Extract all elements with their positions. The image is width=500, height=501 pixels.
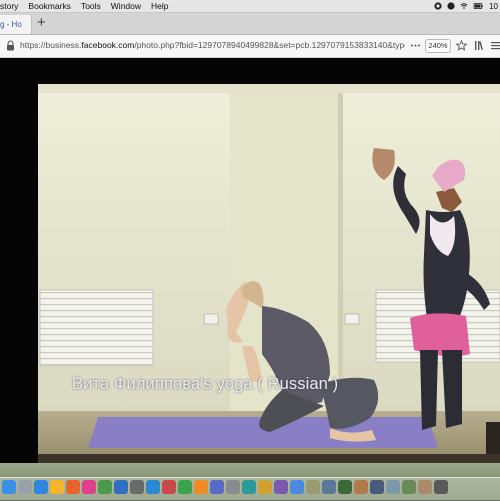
app-dock-icon[interactable] bbox=[322, 480, 336, 494]
menu-bookmarks[interactable]: Bookmarks bbox=[28, 1, 71, 11]
menu-window[interactable]: Window bbox=[111, 1, 141, 11]
app-dock-icon[interactable] bbox=[434, 480, 448, 494]
app-dock-icon[interactable] bbox=[162, 480, 176, 494]
yoga-scene-image bbox=[38, 84, 500, 463]
tab-title: g - Ho bbox=[0, 20, 22, 29]
navigation-toolbar: https://business.facebook.com/photo.php?… bbox=[0, 35, 500, 58]
app-dock-icon[interactable] bbox=[370, 480, 384, 494]
clock[interactable]: 10 bbox=[489, 2, 498, 11]
itunes-dock-icon[interactable] bbox=[82, 480, 96, 494]
app-dock-icon[interactable] bbox=[130, 480, 144, 494]
app-dock-icon[interactable] bbox=[354, 480, 368, 494]
app-dock-icon[interactable] bbox=[290, 480, 304, 494]
battery-icon[interactable] bbox=[473, 2, 484, 10]
app-dock-icon[interactable] bbox=[258, 480, 272, 494]
wifi-icon[interactable] bbox=[460, 2, 468, 10]
app-dock-icon[interactable] bbox=[418, 480, 432, 494]
menu-bar: story Bookmarks Tools Window Help 10 bbox=[0, 0, 500, 13]
zoom-level-button[interactable]: 240% bbox=[425, 39, 451, 53]
chrome-dock-icon[interactable] bbox=[50, 480, 64, 494]
app-dock-icon[interactable] bbox=[226, 480, 240, 494]
status-area: 10 bbox=[434, 0, 500, 12]
new-tab-button[interactable]: + bbox=[37, 15, 46, 31]
photo-caption: Вита Филиппова's yoga ( Russian ) bbox=[72, 375, 339, 393]
yoga-photo[interactable]: Вита Филиппова's yoga ( Russian ) bbox=[38, 84, 500, 463]
app-dock-icon[interactable] bbox=[194, 480, 208, 494]
app-dock-icon[interactable] bbox=[178, 480, 192, 494]
menu-tools[interactable]: Tools bbox=[81, 1, 101, 11]
app-dock-icon[interactable] bbox=[98, 480, 112, 494]
url-field[interactable]: https://business.facebook.com/photo.php?… bbox=[20, 40, 405, 50]
app-dock-icon[interactable] bbox=[274, 480, 288, 494]
bookmark-star-icon[interactable] bbox=[456, 40, 467, 51]
library-icon[interactable] bbox=[474, 40, 485, 51]
app-dock-icon[interactable] bbox=[338, 480, 352, 494]
app-dock-icon[interactable] bbox=[242, 480, 256, 494]
page-actions-icon[interactable] bbox=[410, 40, 421, 51]
tab-bar: g - Ho + bbox=[0, 13, 500, 35]
app-dock-icon[interactable] bbox=[386, 480, 400, 494]
app-dock-icon[interactable] bbox=[210, 480, 224, 494]
menu-history[interactable]: story bbox=[0, 1, 18, 11]
app-dock-icon[interactable] bbox=[146, 480, 160, 494]
menu-icon[interactable] bbox=[490, 40, 500, 51]
app-dock-icon[interactable] bbox=[114, 480, 128, 494]
app-dock-icon[interactable] bbox=[402, 480, 416, 494]
menu-help[interactable]: Help bbox=[151, 1, 168, 11]
url-path: /photo.php?fbid=1297078940499828&set=pcb… bbox=[134, 40, 405, 50]
page-content: Вита Филиппова's yoga ( Russian ) bbox=[0, 58, 500, 463]
dock-icons bbox=[2, 480, 448, 494]
tab-facebook-photo[interactable]: g - Ho bbox=[0, 15, 32, 34]
url-prefix: https://business. bbox=[20, 40, 82, 50]
record-icon[interactable] bbox=[434, 2, 442, 10]
cloud-icon[interactable] bbox=[447, 2, 455, 10]
launchpad-dock-icon[interactable] bbox=[18, 480, 32, 494]
lock-icon[interactable] bbox=[6, 40, 15, 51]
finder-dock-icon[interactable] bbox=[2, 480, 16, 494]
safari-dock-icon[interactable] bbox=[34, 480, 48, 494]
url-domain: facebook.com bbox=[81, 40, 135, 50]
app-dock-icon[interactable] bbox=[306, 480, 320, 494]
firefox-dock-icon[interactable] bbox=[66, 480, 80, 494]
dock bbox=[0, 463, 500, 501]
